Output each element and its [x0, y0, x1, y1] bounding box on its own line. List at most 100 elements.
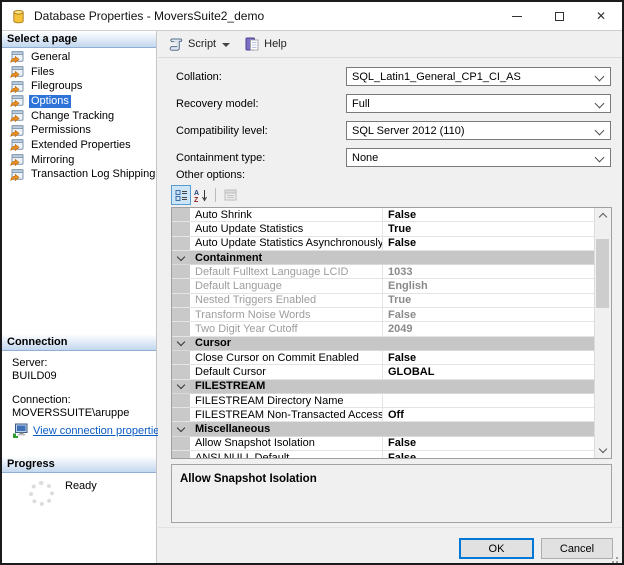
property-value[interactable]: False [383, 452, 595, 458]
row-gutter [172, 208, 190, 222]
connection-properties-icon [12, 423, 28, 438]
grid-category-label: Cursor [195, 337, 232, 350]
grid-category-filestream[interactable]: FILESTREAM [172, 379, 595, 394]
grid-row-nested-triggers-enabled[interactable]: Nested Triggers Enabled True [172, 293, 595, 309]
collapse-chevron-icon[interactable] [172, 379, 190, 393]
property-value[interactable]: GLOBAL [383, 366, 595, 378]
script-help-toolbar: Script Help [158, 31, 622, 58]
compatibility-level-dropdown[interactable]: SQL Server 2012 (110) [346, 121, 611, 140]
options-page: Collation: SQL_Latin1_General_CP1_CI_AS … [158, 59, 622, 563]
row-gutter [172, 308, 190, 322]
grid-category-label: Miscellaneous [195, 423, 271, 436]
grid-row-filestream-directory-name[interactable]: FILESTREAM Directory Name [172, 393, 595, 409]
property-pages-icon [224, 189, 236, 201]
svg-text:Z: Z [194, 197, 199, 202]
options-grid-rows: Auto Shrink False Auto Update Statistics… [172, 208, 595, 458]
scroll-up-icon[interactable] [595, 208, 610, 223]
collapse-chevron-icon[interactable] [172, 250, 190, 265]
close-button[interactable]: ✕ [580, 2, 622, 30]
maximize-button[interactable] [538, 2, 580, 30]
sidebar-item-transaction-log-shipping[interactable]: Transaction Log Shipping [2, 168, 156, 183]
grid-category-containment[interactable]: Containment [172, 250, 595, 266]
sidebar-item-files[interactable]: Files [2, 65, 156, 80]
property-value[interactable]: True [383, 223, 595, 235]
scroll-down-icon[interactable] [595, 443, 610, 458]
property-value[interactable]: False [383, 309, 595, 321]
property-value[interactable]: 2049 [383, 323, 595, 335]
property-value[interactable]: False [383, 237, 595, 249]
grid-row-default-language[interactable]: Default Language English [172, 279, 595, 294]
title-bar[interactable]: Database Properties - MoversSuite2_demo … [2, 2, 622, 31]
sidebar-item-change-tracking[interactable]: Change Tracking [2, 109, 156, 124]
options-grid-toolbar: A Z [171, 185, 240, 205]
sidebar-item-mirroring[interactable]: Mirroring [2, 153, 156, 168]
grid-scrollbar[interactable] [594, 208, 611, 458]
window-title: Database Properties - MoversSuite2_demo [34, 9, 265, 23]
resize-grip[interactable] [616, 557, 618, 559]
row-gutter [172, 436, 190, 451]
form-fields: Collation: SQL_Latin1_General_CP1_CI_AS … [158, 67, 622, 175]
form-row: Collation: SQL_Latin1_General_CP1_CI_AS [158, 67, 622, 86]
property-value[interactable]: English [383, 280, 595, 292]
collapse-chevron-icon[interactable] [172, 422, 190, 436]
view-connection-properties-link[interactable]: View connection properties [33, 425, 165, 437]
property-name: Nested Triggers Enabled [190, 293, 383, 308]
minimize-button[interactable] [496, 2, 538, 30]
alphabetical-sort-button[interactable]: A Z [191, 185, 211, 205]
page-icon [10, 95, 24, 108]
ok-button[interactable]: OK [459, 538, 534, 559]
categorized-view-button[interactable] [171, 185, 191, 205]
footer-separator [158, 527, 622, 528]
scrollbar-thumb[interactable] [596, 239, 609, 308]
property-value[interactable]: False [383, 352, 595, 364]
row-gutter [172, 451, 190, 458]
property-value[interactable]: Off [383, 409, 595, 421]
script-button[interactable]: Script [188, 38, 216, 50]
grid-row-allow-snapshot-isolation[interactable]: Allow Snapshot Isolation False [172, 436, 595, 452]
window-controls: ✕ [496, 2, 622, 30]
grid-row-transform-noise-words[interactable]: Transform Noise Words False [172, 308, 595, 323]
minimize-icon [512, 15, 522, 17]
grid-row-auto-shrink[interactable]: Auto Shrink False [172, 208, 595, 223]
property-name: Close Cursor on Commit Enabled [190, 350, 383, 365]
cancel-button[interactable]: Cancel [541, 538, 613, 559]
property-value[interactable]: False [383, 209, 595, 221]
grid-row-auto-update-statistics[interactable]: Auto Update Statistics True [172, 222, 595, 237]
grid-row-default-cursor[interactable]: Default Cursor GLOBAL [172, 365, 595, 380]
help-button[interactable]: Help [264, 38, 287, 50]
sidebar-item-permissions[interactable]: Permissions [2, 123, 156, 138]
field-label: Compatibility level: [176, 125, 268, 137]
sidebar-item-filegroups[interactable]: Filegroups [2, 79, 156, 94]
property-name: ANSI NULL Default [190, 451, 383, 458]
grid-row-auto-update-statistics-asynchronously[interactable]: Auto Update Statistics Asynchronously Fa… [172, 236, 595, 251]
recovery-model-dropdown[interactable]: Full [346, 94, 611, 113]
form-row: Compatibility level: SQL Server 2012 (11… [158, 121, 622, 140]
collapse-chevron-icon[interactable] [172, 336, 190, 350]
row-gutter [172, 322, 190, 336]
page-icon [10, 66, 24, 79]
other-options-label: Other options: [176, 169, 246, 181]
page-icon [10, 81, 24, 93]
row-gutter [172, 393, 190, 408]
grid-row-close-cursor-on-commit-enabled[interactable]: Close Cursor on Commit Enabled False [172, 350, 595, 366]
grid-category-miscellaneous[interactable]: Miscellaneous [172, 422, 595, 437]
property-value[interactable]: False [383, 437, 595, 449]
row-gutter [172, 279, 190, 293]
row-gutter [172, 265, 190, 279]
close-icon: ✕ [595, 9, 607, 23]
grid-row-ansi-null-default[interactable]: ANSI NULL Default False [172, 451, 595, 458]
sidebar-item-extended-properties[interactable]: Extended Properties [2, 138, 156, 153]
sidebar-item-options[interactable]: Options [2, 94, 156, 109]
maximize-icon [554, 11, 564, 21]
grid-row-default-fulltext-language-lcid[interactable]: Default Fulltext Language LCID 1033 [172, 265, 595, 280]
script-dropdown-caret[interactable] [222, 43, 231, 47]
grid-row-two-digit-year-cutoff[interactable]: Two Digit Year Cutoff 2049 [172, 322, 595, 337]
chevron-down-icon [594, 71, 605, 82]
grid-row-filestream-non-transacted-access[interactable]: FILESTREAM Non-Transacted Access Off [172, 408, 595, 423]
sidebar-item-general[interactable]: General [2, 50, 156, 65]
property-value[interactable]: 1033 [383, 266, 595, 278]
grid-category-cursor[interactable]: Cursor [172, 336, 595, 351]
property-value[interactable]: True [383, 294, 595, 306]
collation-dropdown[interactable]: SQL_Latin1_General_CP1_CI_AS [346, 67, 611, 86]
containment-type-dropdown[interactable]: None [346, 148, 611, 167]
